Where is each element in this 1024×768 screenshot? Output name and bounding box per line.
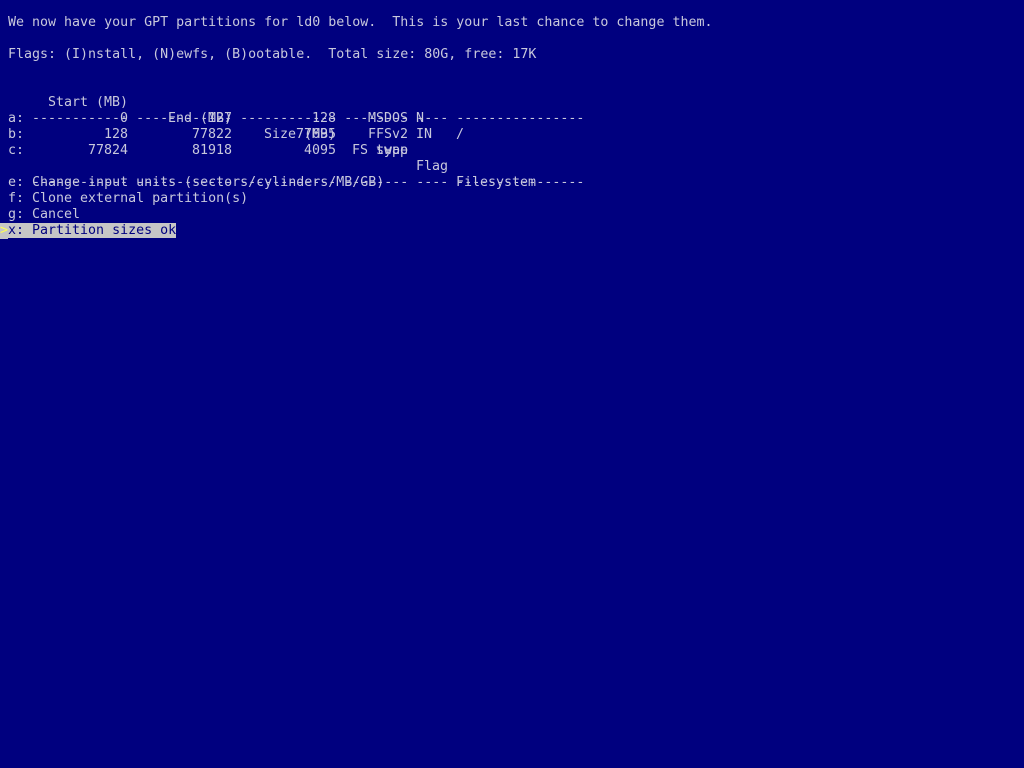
partition-key: c: [8,143,25,158]
partition-size: 4095 [304,143,337,158]
partition-size: 128 [312,111,337,126]
col-flag: Flag [416,159,449,174]
partition-key: b: [8,127,25,142]
partition-end: 77822 [192,127,233,142]
partition-start: 128 [104,127,129,142]
menu-item-x[interactable]: >x: Partition sizes ok [0,223,177,239]
partition-flag: N [416,111,425,126]
partition-start: 0 [120,111,129,126]
menu-item-label: f: Clone external partition(s) [8,191,249,206]
menu-item-label: e: Change input units (sectors/cylinders… [8,175,385,190]
menu-item-label: x: Partition sizes ok [8,223,177,238]
partition-fstype: swap [376,143,409,158]
partition-filesystem: / [456,127,465,142]
col-start: Start (MB) [48,95,129,110]
menu-item-e[interactable]: e: Change input units (sectors/cylinders… [0,175,384,191]
table-divider-top: ------------ ------------ ------------ -… [32,111,585,126]
intro-text: We now have your GPT partitions for ld0 … [8,15,713,30]
menu-item-label: g: Cancel [8,207,81,222]
partition-end: 81918 [192,143,233,158]
table-header: Start (MB) End (MB) Size (MB) FS type Fl… [0,79,536,190]
flags-legend: Flags: (I)nstall, (N)ewfs, (B)ootable. T… [8,47,537,62]
partition-key: a: [8,111,25,126]
partition-flag: IN [416,127,433,142]
partition-end: 127 [208,111,233,126]
table-divider-bottom: ------------ ------------ ------------ -… [32,175,585,190]
selection-cursor-icon: > [0,223,9,239]
partition-fstype: FFSv2 [368,127,409,142]
partition-start: 77824 [88,143,129,158]
partition-fstype: MSDOS [368,111,409,126]
menu-item-g[interactable]: g: Cancel [0,207,80,223]
menu-item-f[interactable]: f: Clone external partition(s) [0,191,248,207]
sysinst-screen: We now have your GPT partitions for ld0 … [0,0,1024,768]
partition-size: 77695 [296,127,337,142]
